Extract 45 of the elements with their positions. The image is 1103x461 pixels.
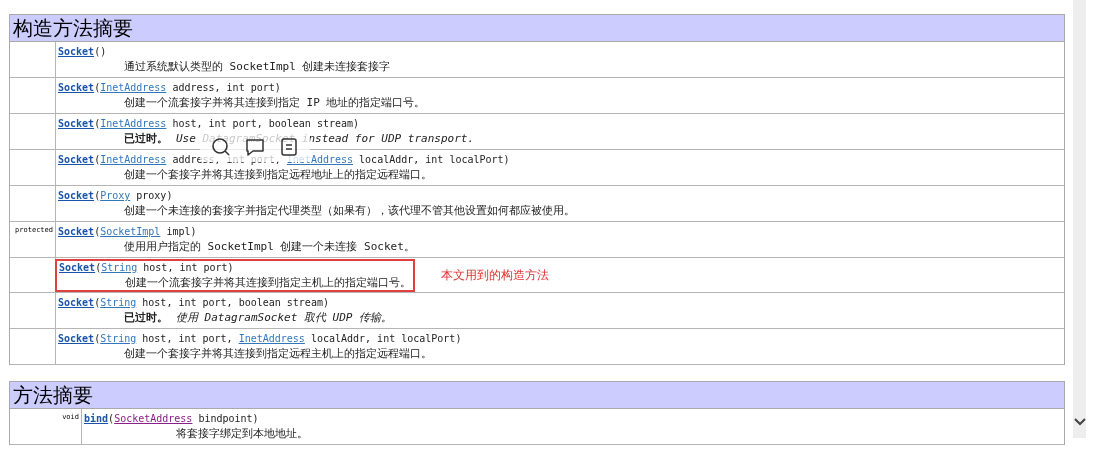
type-link[interactable]: InetAddress xyxy=(100,154,167,165)
method-signature: Socket(String host, int port) xyxy=(59,260,235,275)
type-link[interactable]: InetAddress xyxy=(286,154,354,165)
method-description: 创建一个未连接的套接字并指定代理类型（如果有），该代理不管其他设置如何都应被使用。 xyxy=(123,203,575,218)
method-link[interactable]: Socket xyxy=(58,333,95,344)
method-signature: Socket() xyxy=(58,45,108,59)
method-signature: Socket(SocketImpl impl) xyxy=(58,225,198,239)
method-description: 通过系统默认类型的 SocketImpl 创建未连接套接字 xyxy=(123,59,391,74)
method-description: 创建一个流套接字并将其连接到指定 IP 地址的指定端口号。 xyxy=(123,95,426,110)
method-description: 创建一个套接字并将其连接到指定远程地址上的指定远程端口。 xyxy=(123,167,433,182)
type-link[interactable]: String xyxy=(101,261,138,273)
method-signature: Socket(String host, int port, boolean stream) xyxy=(58,296,330,310)
scrollbar[interactable] xyxy=(1073,0,1086,438)
method-link[interactable]: Socket xyxy=(58,118,95,129)
method-signature: Socket(Proxy proxy) xyxy=(58,189,174,203)
annotation-note: 本文用到的构造方法 xyxy=(441,266,549,284)
method-description: 创建一个流套接字并将其连接到指定主机上的指定端口号。 xyxy=(124,274,411,290)
method-link[interactable]: Socket xyxy=(58,154,95,165)
method-description: 创建一个套接字并将其连接到指定远程主机上的指定远程端口。 xyxy=(123,346,433,361)
type-link[interactable]: String xyxy=(100,297,137,308)
type-link[interactable]: SocketImpl xyxy=(100,226,161,237)
method-link[interactable]: Socket xyxy=(58,226,95,237)
method-signature: Socket(InetAddress address, int port, InetAddress localAddr, int localPort) xyxy=(58,153,510,167)
method-link[interactable]: Socket xyxy=(58,82,95,93)
type-link[interactable]: String xyxy=(100,333,137,344)
deprecation-note: 已过时。 使用 DatagramSocket 取代 UDP 传输。 xyxy=(123,310,393,325)
method-description: 使用用户指定的 SocketImpl 创建一个未连接 Socket。 xyxy=(123,239,415,254)
method-description: 将套接字绑定到本地地址。 xyxy=(175,426,308,441)
method-link[interactable]: bind xyxy=(84,413,109,424)
chevron-down-icon[interactable] xyxy=(1074,417,1086,427)
type-link[interactable]: InetAddress xyxy=(100,118,167,129)
method-link[interactable]: Socket xyxy=(58,190,95,201)
method-link[interactable]: Socket xyxy=(58,297,95,308)
method-signature: Socket(InetAddress host, int port, boolean stream) xyxy=(58,117,361,131)
section-heading: 方法摘要 xyxy=(10,382,1064,409)
type-link[interactable]: InetAddress xyxy=(100,82,167,93)
type-link[interactable]: SocketAddress xyxy=(114,413,193,424)
method-signature: Socket(String host, int port, InetAddress localAddr, int localPort) xyxy=(58,332,462,346)
type-link[interactable]: InetAddress xyxy=(238,333,305,344)
method-link[interactable]: Socket xyxy=(58,46,95,57)
type-link[interactable]: Proxy xyxy=(100,190,131,201)
section-heading: 构造方法摘要 xyxy=(10,15,1064,42)
method-link[interactable]: Socket xyxy=(59,261,96,273)
method-signature: Socket(InetAddress address, int port) xyxy=(58,81,282,95)
method-signature: bind(SocketAddress bindpoint) xyxy=(84,412,260,426)
